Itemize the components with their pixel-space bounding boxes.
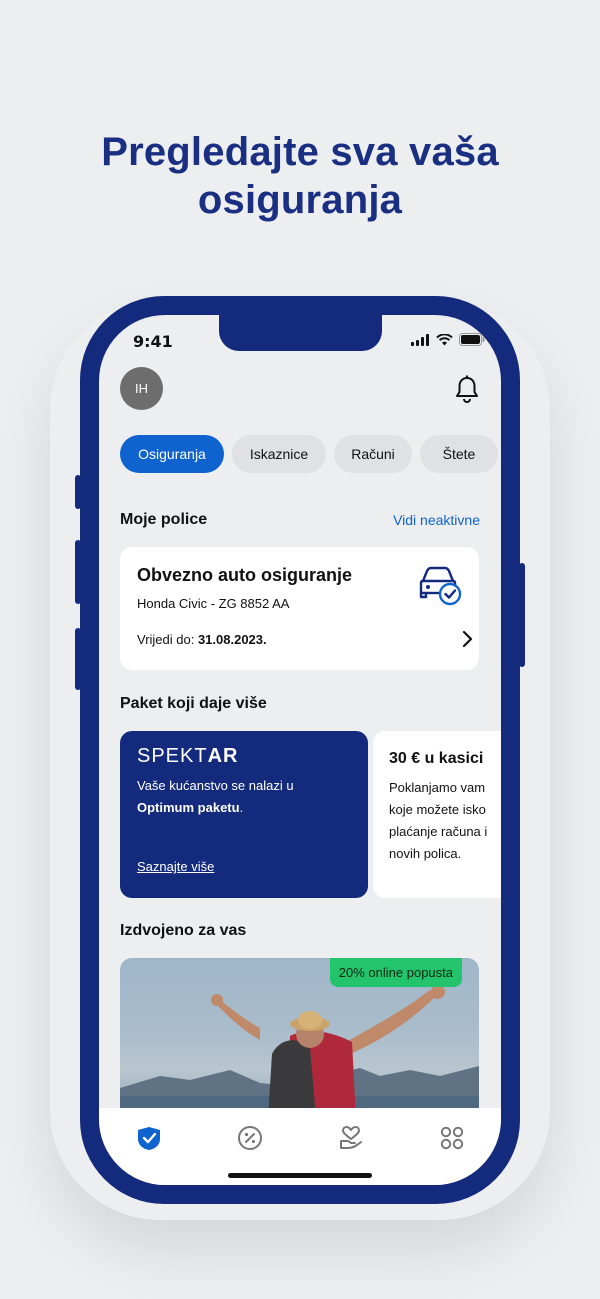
- spektar-description: Vaše kućanstvo se nalazi u Optimum paket…: [137, 775, 352, 819]
- policy-valid-label: Vrijedi do:: [137, 632, 195, 647]
- section-title-featured: Izdvojeno za vas: [120, 922, 247, 939]
- headline-line-2: osiguranja: [197, 178, 403, 222]
- kasica-line: Poklanjamo vam: [389, 780, 486, 795]
- spektar-logo-bold: AR: [207, 745, 239, 767]
- policy-subtitle: Honda Civic - ZG 8852 AA: [137, 596, 290, 611]
- kasica-line: plaćanje računa i: [389, 824, 488, 839]
- signal-icon: [411, 333, 429, 346]
- home-indicator: [228, 1173, 372, 1178]
- avatar[interactable]: IH: [120, 367, 163, 410]
- policy-card[interactable]: Obvezno auto osiguranje Honda Civic - ZG…: [120, 547, 479, 670]
- heart-hand-icon[interactable]: [338, 1125, 364, 1151]
- wifi-icon: [436, 333, 453, 345]
- app-screen: 9:41 IH Osiguranja Iskaznice Računi Štet…: [99, 315, 501, 1185]
- kasica-description: Poklanjamo vam koje možete isko plaćanje…: [389, 777, 501, 865]
- phone-volume-up-button: [75, 540, 81, 604]
- spektar-text-bold: Optimum paketu: [137, 800, 240, 815]
- kasica-line: novih polica.: [389, 846, 462, 861]
- spektar-card[interactable]: SPEKTAR Vaše kućanstvo se nalazi u Optim…: [120, 731, 368, 898]
- kasica-line: koje možete isko: [389, 802, 486, 817]
- spektar-logo: SPEKTAR: [137, 745, 238, 768]
- headline-line-1: Pregledajte sva vaša: [101, 130, 499, 174]
- kasica-title: 30 € u kasici: [389, 750, 484, 767]
- phone-power-button: [519, 563, 525, 667]
- kasica-card[interactable]: 30 € u kasici Poklanjamo vam koje možete…: [373, 731, 501, 898]
- tab-osiguranja[interactable]: Osiguranja: [120, 435, 224, 473]
- learn-more-link[interactable]: Saznajte više: [137, 859, 214, 874]
- tab-stete[interactable]: Štete: [420, 435, 498, 473]
- phone-side-button: [75, 475, 81, 509]
- notch: [219, 315, 382, 351]
- shield-check-icon[interactable]: [136, 1125, 162, 1151]
- section-title-policies: Moje police: [120, 511, 208, 528]
- spektar-logo-light: SPEKT: [137, 745, 208, 767]
- policy-title: Obvezno auto osiguranje: [137, 565, 353, 585]
- spektar-text-before: Vaše kućanstvo se nalazi u: [137, 778, 294, 793]
- discount-badge: 20% online popusta: [329, 958, 462, 987]
- featured-promo-card[interactable]: 20% online popusta: [120, 958, 479, 1118]
- apps-grid-icon[interactable]: [439, 1125, 465, 1151]
- view-inactive-link[interactable]: Vidi neaktivne: [393, 512, 480, 528]
- battery-icon: [459, 333, 485, 346]
- policy-valid-date: 31.08.2023.: [197, 632, 267, 647]
- spektar-text-after: .: [239, 800, 244, 815]
- section-title-package: Paket koji daje više: [120, 695, 267, 712]
- discount-icon[interactable]: [237, 1125, 263, 1151]
- headline: Pregledajte sva vaša osiguranja: [0, 128, 600, 224]
- status-icons: [411, 333, 485, 346]
- status-time: 9:41: [133, 332, 173, 351]
- tab-bar: Osiguranja Iskaznice Računi Štete: [120, 435, 498, 473]
- tab-racuni[interactable]: Računi: [334, 435, 412, 473]
- bell-icon[interactable]: [454, 375, 480, 403]
- car-check-icon: [419, 566, 462, 606]
- policy-validity: Vrijedi do: 31.08.2023.: [137, 632, 267, 647]
- chevron-right-icon[interactable]: [460, 629, 474, 649]
- phone-volume-down-button: [75, 628, 81, 690]
- tab-iskaznice[interactable]: Iskaznice: [232, 435, 326, 473]
